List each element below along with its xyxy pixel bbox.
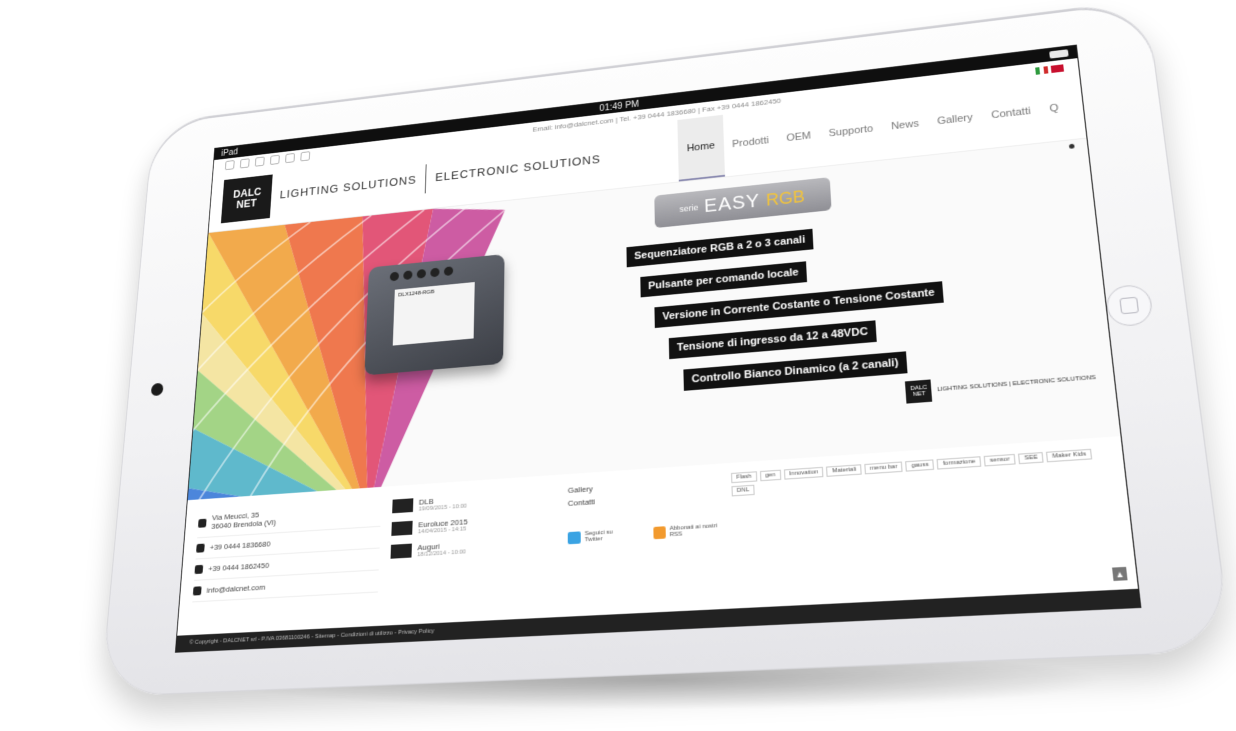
language-flags [1035,63,1064,75]
series-suffix: RGB [765,186,806,209]
twitter-icon [567,531,581,545]
logo-line-electronic: ELECTRONIC SOLUTIONS [434,152,601,184]
hero-mini-logo: DALC NET LIGHTING SOLUTIONS | ELECTRONIC… [905,367,1097,404]
tag-cloud: Flash gen Innovation Materiali menu bar … [731,448,1117,574]
tag[interactable]: Flash [731,471,757,484]
home-button[interactable] [1104,283,1155,328]
linkedin-icon[interactable] [269,154,280,165]
flag-uk-icon[interactable] [1050,63,1064,73]
module-label: DLX1248-RGB [392,282,475,346]
news-thumbnail [391,520,413,536]
nav-news[interactable]: News [880,91,931,159]
series-badge: serie EASY RGB [654,177,832,229]
tag[interactable]: SEE [1018,452,1044,465]
phone-number: +39 0444 1836680 [209,539,271,552]
logo-line-lighting: LIGHTING SOLUTIONS [279,173,417,202]
rss-subscribe-button[interactable]: Abbonati ai nostri RSS [653,523,721,540]
twitter-follow-label: Seguici su Twitter [584,529,613,544]
ipad-device: iPad 01:49 PM Email: info@dalcnet.com | … [100,0,1233,698]
twitter-social-icon[interactable] [300,151,311,162]
news-thumbnail [392,498,414,514]
screen: iPad 01:49 PM Email: info@dalcnet.com | … [174,44,1142,653]
tag[interactable]: Maker Kids [1046,448,1093,463]
tag[interactable]: sensor [983,453,1016,467]
email-social-icon[interactable] [224,160,235,171]
tag[interactable]: formazione [937,456,982,470]
tag[interactable]: DNL [731,484,755,497]
device-name: iPad [220,147,239,159]
home-button-icon [1119,296,1140,315]
copyright-bar: © Copyright - DALCNET srl - P.IVA 036811… [175,588,1141,652]
nav-supporto[interactable]: Supporto [818,97,884,167]
nav-gallery[interactable]: Gallery [926,85,985,154]
tag[interactable]: gen [759,469,781,482]
product-module-image: DLX1248-RGB [364,254,505,376]
feature-item: Controllo Bianco Dinamico (a 2 canali) [683,351,908,391]
mini-logo-text: LIGHTING SOLUTIONS | ELECTRONIC SOLUTION… [936,374,1097,394]
flag-italy-icon[interactable] [1035,65,1049,75]
feature-item: Tensione di ingresso da 12 a 48VDC [668,320,877,360]
phone-icon [196,543,205,553]
scroll-to-top-button[interactable]: ▲ [1112,566,1128,581]
rss-social-icon[interactable] [239,158,250,169]
series-prefix: serie [679,202,699,214]
youtube-icon[interactable] [285,152,295,164]
feature-item: Pulsante per comando locale [640,261,808,298]
tag[interactable]: Materiali [826,464,862,477]
feature-list: Sequenziatore RGB a 2 o 3 canali Pulsant… [626,216,949,395]
fax-icon [194,564,204,575]
footer-news: DLB 19/09/2015 - 10:00 Euroluce 2015 14/04… [389,485,556,592]
footer-contacts: Via Meucci, 35 36040 Brendola (VI) +39 04… [192,496,382,603]
logo-divider [424,164,427,194]
twitter-follow-button[interactable]: Seguici su Twitter [567,529,624,545]
nav-oem[interactable]: OEM [776,104,821,171]
facebook-icon[interactable] [254,156,265,167]
rss-icon [653,526,666,540]
camera-dot [150,382,164,397]
nav-home[interactable]: Home [677,114,725,182]
tag[interactable]: Innovation [783,466,824,480]
feature-item: Sequenziatore RGB a 2 o 3 canali [626,228,814,268]
module-terminals [389,266,454,282]
tag[interactable]: menu bar [864,461,904,475]
series-name: EASY [703,190,761,217]
email-address[interactable]: info@dalcnet.com [206,583,265,595]
envelope-icon [192,586,202,596]
logo-box: DALC NET [220,174,273,224]
footer-links: Gallery Contatti Seguici su Twitter Abbo… [567,474,722,582]
slider-indicator[interactable] [1068,143,1075,149]
rss-subscribe-label: Abbonati ai nostri RSS [669,523,718,539]
map-pin-icon [197,518,207,528]
mini-logo-box: DALC NET [905,379,933,404]
nav-prodotti[interactable]: Prodotti [722,109,779,177]
follow-buttons: Seguici su Twitter Abbonati ai nostri RS… [567,521,721,547]
fax-number: +39 0444 1862450 [207,560,270,574]
tag[interactable]: gauss [905,459,935,472]
search-icon[interactable]: Q [1037,75,1072,142]
nav-contatti[interactable]: Contatti [979,78,1043,148]
news-thumbnail [390,543,412,559]
